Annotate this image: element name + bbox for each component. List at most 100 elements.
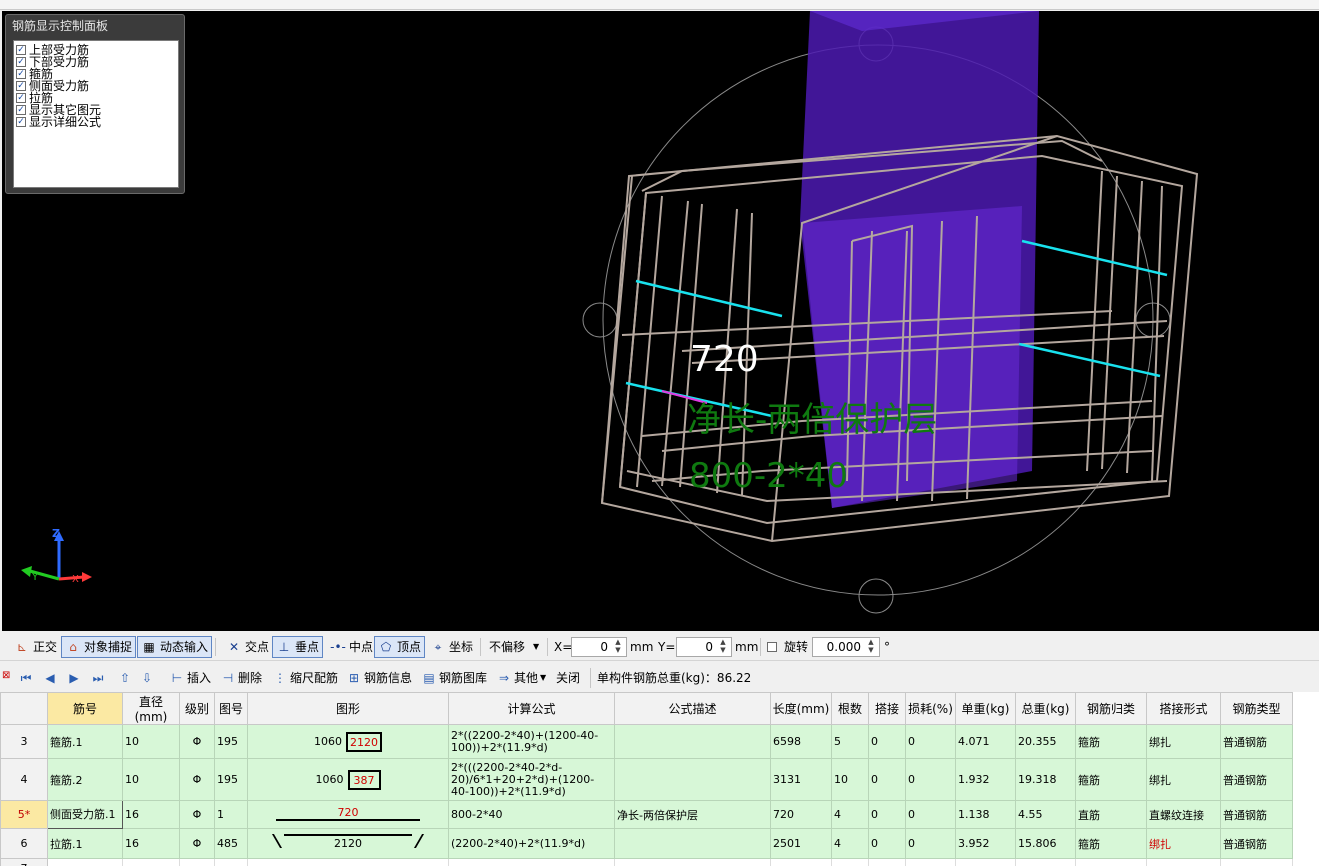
table-row[interactable]: 4 箍筋.2 10 Φ 195 1060 387 2*(((2200-2*40-… — [0, 758, 1293, 801]
row-number[interactable]: 4 — [0, 758, 48, 801]
rebar-type-cell[interactable]: 普通钢筋 — [1220, 828, 1293, 859]
table-row-empty[interactable]: 7 — [0, 858, 1293, 866]
column-header[interactable]: 钢筋类型 — [1220, 692, 1293, 725]
row-number[interactable]: 5* — [0, 800, 48, 829]
check-icon[interactable]: ✓ — [16, 57, 26, 67]
total-weight-cell[interactable]: 20.355 — [1015, 724, 1076, 759]
column-header[interactable]: 长度(mm) — [770, 692, 832, 725]
column-header[interactable]: 图形 — [247, 692, 449, 725]
checkbox-detailed-formula[interactable]: ✓ 显示详细公式 — [16, 116, 176, 128]
count-cell[interactable]: 5 — [831, 724, 869, 759]
check-icon[interactable]: ✓ — [16, 117, 26, 127]
grade-cell[interactable]: Φ — [179, 758, 215, 801]
grade-cell[interactable]: Φ — [179, 828, 215, 859]
panel-title[interactable]: 钢筋显示控制面板 — [6, 15, 184, 37]
category-cell[interactable]: 直筋 — [1075, 800, 1147, 829]
spinner-arrows-icon[interactable]: ▲ ▼ — [865, 638, 877, 656]
shape-cell[interactable]: 1060 2120 — [247, 724, 449, 759]
unit-weight-cell[interactable]: 4.071 — [955, 724, 1016, 759]
midpoint-snap-button[interactable]: -•- 中点 — [326, 636, 377, 658]
spinner-arrows-icon[interactable]: ▲ ▼ — [612, 638, 624, 656]
shape-cell[interactable]: 1060 387 — [247, 758, 449, 801]
bar-name-cell[interactable]: 拉筋.1 — [47, 828, 123, 859]
coordinate-snap-button[interactable]: ⌖ 坐标 — [426, 636, 477, 658]
table-row[interactable]: 3 箍筋.1 10 Φ 195 1060 2120 2*((2200-2*40)… — [0, 724, 1293, 759]
row-number[interactable]: 6 — [0, 828, 48, 859]
spinner-arrows-icon[interactable]: ▲ ▼ — [717, 638, 729, 656]
figure-number-cell[interactable]: 1 — [214, 800, 248, 829]
column-header[interactable]: 直径(mm) — [122, 692, 180, 725]
other-menu-button[interactable]: ⇒ 其他 ▼ — [496, 668, 546, 688]
rebar-type-cell[interactable]: 普通钢筋 — [1220, 758, 1293, 801]
lap-cell[interactable]: 0 — [868, 800, 906, 829]
check-icon[interactable]: ✓ — [16, 81, 26, 91]
description-cell[interactable] — [614, 724, 771, 759]
next-row-button[interactable]: ▶ — [66, 668, 84, 688]
y-coordinate-input[interactable]: 0 ▲ ▼ — [676, 637, 732, 657]
category-cell[interactable]: 箍筋 — [1075, 724, 1147, 759]
3d-viewport[interactable]: 720 净长-两倍保护层 800-2*40 Z X Y — [2, 11, 1319, 631]
unit-weight-cell[interactable]: 3.952 — [955, 828, 1016, 859]
check-icon[interactable]: ✓ — [16, 105, 26, 115]
previous-row-button[interactable]: ◀ — [42, 668, 60, 688]
count-cell[interactable]: 10 — [831, 758, 869, 801]
lap-type-cell[interactable]: 绑扎 — [1146, 758, 1221, 801]
formula-cell[interactable]: 800-2*40 — [448, 800, 615, 829]
close-button[interactable]: 关闭 — [556, 668, 580, 688]
formula-cell[interactable]: 2*(((2200-2*40-2*d-20)/6*1+20+2*d)+(1200… — [448, 758, 615, 801]
total-weight-cell[interactable]: 19.318 — [1015, 758, 1076, 801]
checkbox-icon[interactable]: ✓ — [767, 642, 777, 652]
lap-cell[interactable]: 0 — [868, 724, 906, 759]
diameter-cell[interactable]: 16 — [122, 828, 180, 859]
scale-rebar-button[interactable]: ⋮ 缩尺配筋 — [272, 668, 338, 688]
figure-number-cell[interactable]: 195 — [214, 758, 248, 801]
bar-name-cell[interactable]: 箍筋.2 — [47, 758, 123, 801]
loss-cell[interactable]: 0 — [905, 758, 956, 801]
lap-type-cell[interactable]: 绑扎 — [1146, 828, 1221, 859]
column-header[interactable]: 损耗(%) — [905, 692, 956, 725]
figure-number-cell[interactable]: 195 — [214, 724, 248, 759]
lap-type-cell[interactable]: 直螺纹连接 — [1146, 800, 1221, 829]
description-cell[interactable]: 净长-两倍保护层 — [614, 800, 771, 829]
rebar-library-button[interactable]: ▤ 钢筋图库 — [421, 668, 487, 688]
dynamic-input-button[interactable]: ▦ 动态输入 — [137, 636, 213, 658]
bar-name-cell[interactable]: 箍筋.1 — [47, 724, 123, 759]
column-header[interactable]: 钢筋归类 — [1075, 692, 1147, 725]
vertex-snap-button[interactable]: ⬠ 顶点 — [374, 636, 426, 658]
grade-cell[interactable]: Φ — [179, 800, 215, 829]
loss-cell[interactable]: 0 — [905, 800, 956, 829]
figure-number-cell[interactable]: 485 — [214, 828, 248, 859]
loss-cell[interactable]: 0 — [905, 724, 956, 759]
diameter-cell[interactable]: 10 — [122, 758, 180, 801]
length-cell[interactable]: 720 — [770, 800, 832, 829]
formula-cell[interactable]: 2*((2200-2*40)+(1200-40-100))+2*(11.9*d) — [448, 724, 615, 759]
unit-weight-cell[interactable]: 1.932 — [955, 758, 1016, 801]
check-icon[interactable]: ✓ — [16, 45, 26, 55]
category-cell[interactable]: 箍筋 — [1075, 828, 1147, 859]
column-header[interactable]: 搭接形式 — [1146, 692, 1221, 725]
corner-header[interactable] — [0, 692, 48, 725]
bar-name-cell[interactable]: 侧面受力筋.1 — [47, 800, 123, 829]
offset-mode-select[interactable]: 不偏移 ▼ — [485, 636, 545, 658]
lap-cell[interactable]: 0 — [868, 758, 906, 801]
table-row[interactable]: 5* 侧面受力筋.1 16 Φ 1 720 800-2*40 净长-两倍保护层 … — [0, 800, 1293, 829]
shape-cell[interactable]: 720 — [247, 800, 449, 829]
column-header[interactable]: 计算公式 — [448, 692, 615, 725]
move-down-button[interactable]: ⇩ — [139, 668, 157, 688]
column-header[interactable]: 级别 — [179, 692, 215, 725]
column-header[interactable]: 公式描述 — [614, 692, 771, 725]
loss-cell[interactable]: 0 — [905, 828, 956, 859]
perpendicular-snap-button[interactable]: ⊥ 垂点 — [272, 636, 324, 658]
diameter-cell[interactable]: 16 — [122, 800, 180, 829]
x-coordinate-input[interactable]: 0 ▲ ▼ — [571, 637, 627, 657]
lap-cell[interactable]: 0 — [868, 828, 906, 859]
table-row[interactable]: 6 拉筋.1 16 Φ 485 2120 (2200-2*40)+2*(11.9… — [0, 828, 1293, 859]
insert-button[interactable]: ⊢ 插入 — [169, 668, 211, 688]
column-header[interactable]: 图号 — [214, 692, 248, 725]
rotate-angle-input[interactable]: 0.000 ▲ ▼ — [812, 637, 880, 657]
rebar-type-cell[interactable]: 普通钢筋 — [1220, 800, 1293, 829]
count-cell[interactable]: 4 — [831, 800, 869, 829]
row-number[interactable]: 3 — [0, 724, 48, 759]
delete-button[interactable]: ⊣ 删除 — [220, 668, 262, 688]
last-row-button[interactable]: ⏭ — [90, 668, 108, 688]
